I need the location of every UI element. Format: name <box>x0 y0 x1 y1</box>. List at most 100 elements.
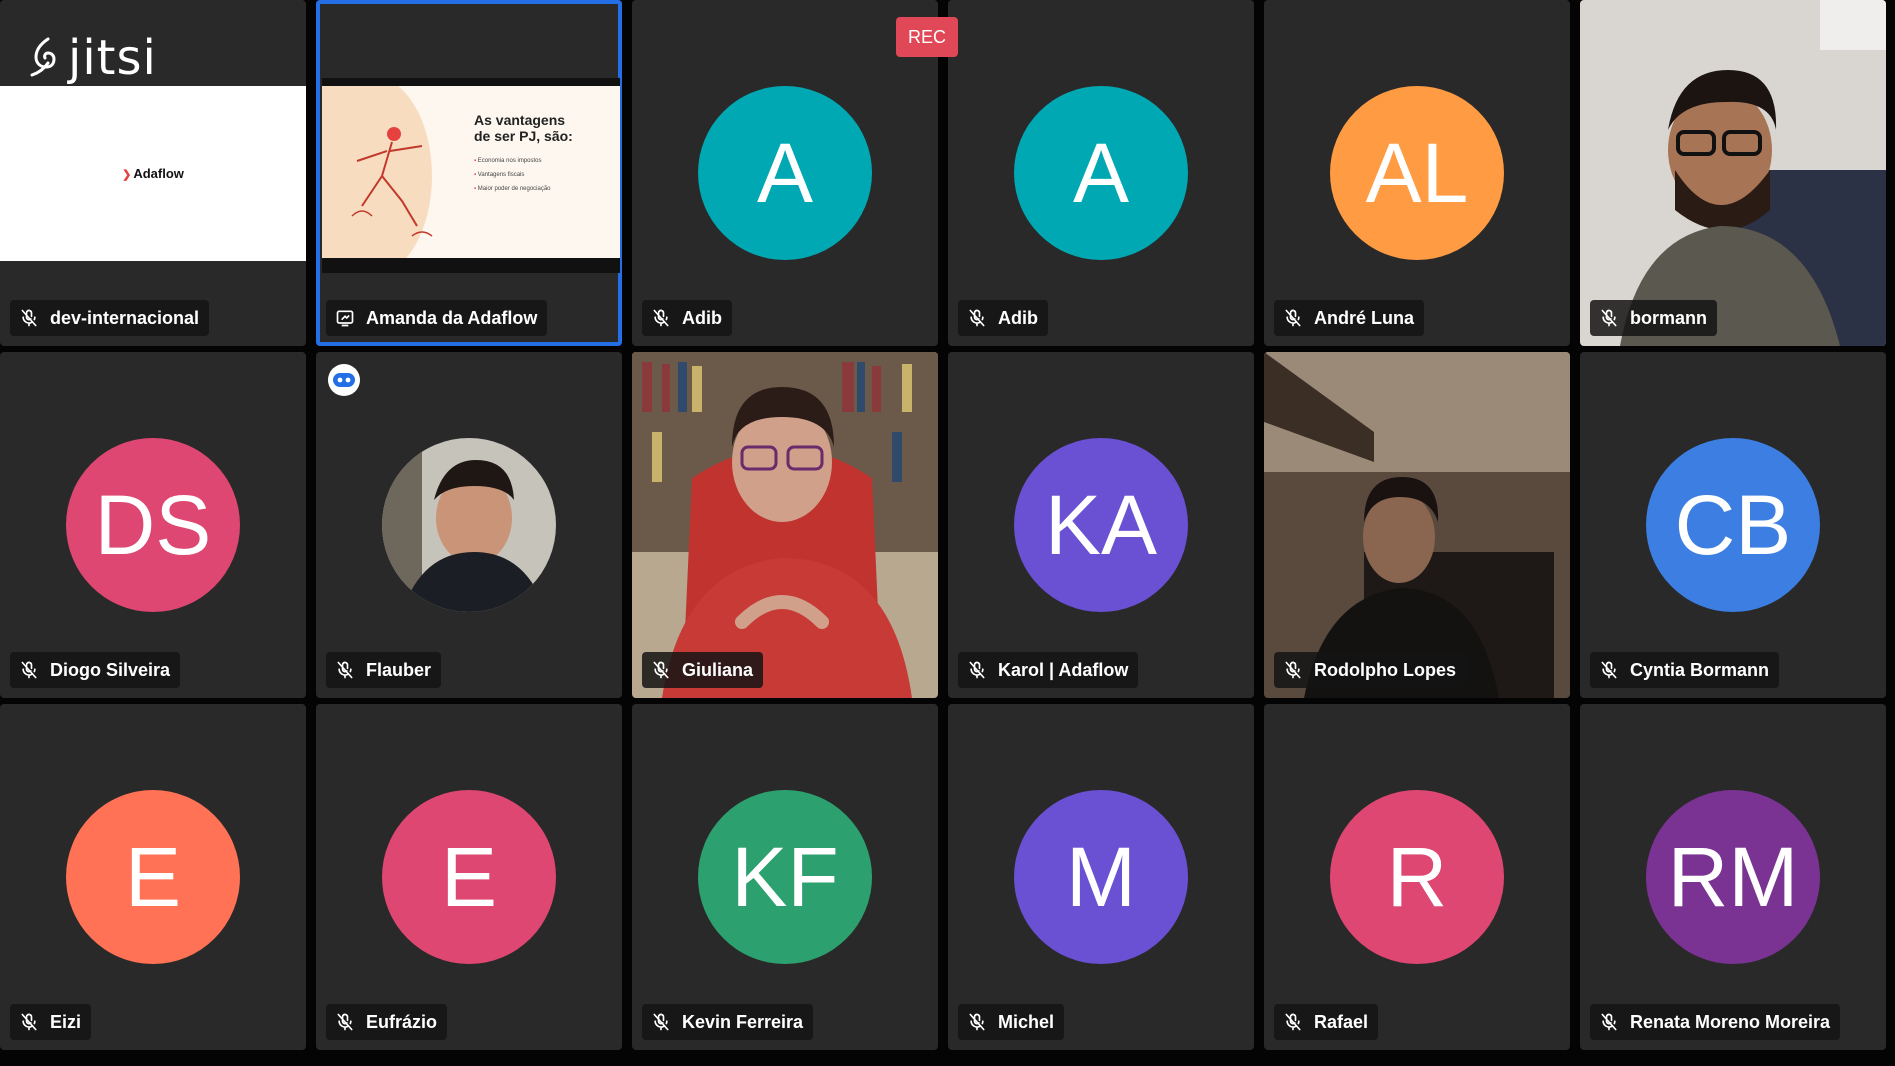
participant-tile[interactable]: AL André Luna <box>1264 0 1570 346</box>
avatar: DS <box>66 438 240 612</box>
participant-name: Diogo Silveira <box>50 659 171 680</box>
video-feed <box>632 352 938 698</box>
mic-muted-icon <box>1598 1011 1620 1033</box>
participant-tile[interactable]: DS Diogo Silveira <box>0 352 306 698</box>
participant-tile[interactable]: E Eufrázio <box>316 704 622 1050</box>
participant-tile[interactable]: E Eizi <box>0 704 306 1050</box>
video-feed <box>1580 0 1886 346</box>
participant-name: Giuliana <box>682 659 754 680</box>
jitsi-logo-text: jitsi <box>68 30 157 86</box>
participant-name: Cyntia Bormann <box>1630 659 1770 680</box>
avatar: E <box>66 790 240 964</box>
participant-tile[interactable]: Flauber <box>316 352 622 698</box>
avatar: AL <box>1330 86 1504 260</box>
participant-name: Kevin Ferreira <box>682 1011 804 1032</box>
name-label: Karol | Adaflow <box>958 652 1139 688</box>
participant-tile[interactable]: KF Kevin Ferreira <box>632 704 938 1050</box>
participant-name: Eizi <box>50 1011 82 1032</box>
participant-tile[interactable]: Rodolpho Lopes <box>1264 352 1570 698</box>
participant-tile[interactable]: Giuliana <box>632 352 938 698</box>
mic-muted-icon <box>1598 307 1620 329</box>
mic-muted-icon <box>650 659 672 681</box>
participant-tile[interactable]: KA Karol | Adaflow <box>948 352 1254 698</box>
participant-name: Michel <box>998 1011 1055 1032</box>
mic-muted-icon <box>966 307 988 329</box>
mic-muted-icon <box>1282 1011 1304 1033</box>
avatar: KF <box>698 790 872 964</box>
name-label: Amanda da Adaflow <box>326 300 548 336</box>
mic-muted-icon <box>334 1011 356 1033</box>
name-label: Rafael <box>1274 1004 1379 1040</box>
mic-muted-icon <box>966 1011 988 1033</box>
avatar: A <box>698 86 872 260</box>
avatar: RM <box>1646 790 1820 964</box>
participant-name: Adib <box>998 307 1038 328</box>
name-label: Eufrázio <box>326 1004 448 1040</box>
slide-bullet: ▪ Vantagens fiscais <box>474 172 525 178</box>
participant-name: dev-internacional <box>50 307 200 328</box>
participant-name: Eufrázio <box>366 1011 438 1032</box>
name-label: Rodolpho Lopes <box>1274 652 1466 688</box>
mic-muted-icon <box>18 1011 40 1033</box>
name-label: Diogo Silveira <box>10 652 181 688</box>
name-label: Flauber <box>326 652 442 688</box>
slide-title: As vantagens de ser PJ, são: <box>474 112 573 144</box>
name-label: André Luna <box>1274 300 1425 336</box>
name-label: bormann <box>1590 300 1718 336</box>
mic-muted-icon <box>1282 307 1304 329</box>
screenshare-icon <box>334 307 356 329</box>
avatar: R <box>1330 790 1504 964</box>
participant-name: Rodolpho Lopes <box>1314 659 1456 680</box>
mic-muted-icon <box>18 307 40 329</box>
moderator-icon <box>328 364 360 396</box>
name-label: Eizi <box>10 1004 92 1040</box>
avatar: A <box>1014 86 1188 260</box>
video-feed <box>1264 352 1570 698</box>
jitsi-logo: jitsi <box>28 30 157 86</box>
mic-muted-icon <box>650 307 672 329</box>
avatar: M <box>1014 790 1188 964</box>
name-label: Adib <box>642 300 732 336</box>
participant-name: Adib <box>682 307 722 328</box>
participant-name: Renata Moreno Moreira <box>1630 1011 1831 1032</box>
avatar-photo <box>382 438 556 612</box>
mic-muted-icon <box>1282 659 1304 681</box>
avatar: E <box>382 790 556 964</box>
slide-bullet: ▪ Maior poder de negociação <box>474 186 551 192</box>
participant-grid: Adaflow dev-internacional As vantagensde… <box>0 0 1886 1050</box>
name-label: Michel <box>958 1004 1065 1040</box>
shared-slide: As vantagens de ser PJ, são: ▪ Economia n… <box>322 78 620 273</box>
name-label: dev-internacional <box>10 300 210 336</box>
participant-tile[interactable]: bormann <box>1580 0 1886 346</box>
mic-muted-icon <box>1598 659 1620 681</box>
name-label: Giuliana <box>642 652 764 688</box>
jitsi-logo-icon <box>30 37 56 77</box>
participant-name: Amanda da Adaflow <box>366 307 538 328</box>
avatar: KA <box>1014 438 1188 612</box>
participant-tile[interactable]: A Adib <box>948 0 1254 346</box>
participant-name: Flauber <box>366 659 432 680</box>
adaflow-brand: Adaflow <box>122 166 184 181</box>
mic-muted-icon <box>966 659 988 681</box>
participant-tile[interactable]: CB Cyntia Bormann <box>1580 352 1886 698</box>
participant-tile[interactable]: A Adib <box>632 0 938 346</box>
participant-name: Karol | Adaflow <box>998 659 1129 680</box>
name-label: Kevin Ferreira <box>642 1004 814 1040</box>
mic-muted-icon <box>334 659 356 681</box>
participant-tile[interactable]: R Rafael <box>1264 704 1570 1050</box>
mic-muted-icon <box>650 1011 672 1033</box>
slide-illustration <box>351 127 433 237</box>
recording-badge: REC <box>896 17 958 57</box>
slide-bullet: ▪ Economia nos impostos <box>474 158 542 164</box>
name-label: Adib <box>958 300 1048 336</box>
participant-tile[interactable]: RM Renata Moreno Moreira <box>1580 704 1886 1050</box>
screenshare-content: Adaflow <box>0 86 306 261</box>
participant-name: Rafael <box>1314 1011 1369 1032</box>
participant-name: André Luna <box>1314 307 1415 328</box>
participant-tile-active[interactable]: As vantagens de ser PJ, são: ▪ Economia n… <box>316 0 622 346</box>
mic-muted-icon <box>18 659 40 681</box>
participant-tile[interactable]: M Michel <box>948 704 1254 1050</box>
participant-name: bormann <box>1630 307 1708 328</box>
name-label: Cyntia Bormann <box>1590 652 1780 688</box>
name-label: Renata Moreno Moreira <box>1590 1004 1841 1040</box>
